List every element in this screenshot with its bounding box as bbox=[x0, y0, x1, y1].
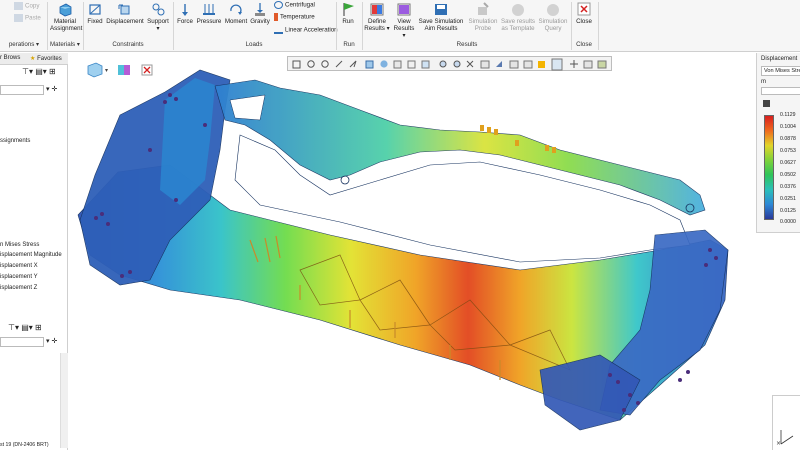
legend-unit: m bbox=[761, 79, 766, 85]
moment-icon bbox=[230, 4, 242, 15]
displacement-icon bbox=[118, 4, 130, 15]
probe-icon bbox=[478, 2, 489, 15]
loads-group-label: Loads bbox=[245, 41, 263, 48]
ribbon: Copy Paste perations ▾ Material Assignme… bbox=[0, 0, 800, 52]
support-button[interactable]: Support ▾ bbox=[146, 0, 170, 32]
define-results-icon bbox=[370, 3, 384, 16]
gravity-button[interactable]: Gravity bbox=[250, 0, 270, 25]
legend-value: 0.0376 bbox=[780, 184, 796, 190]
tree-item[interactable]: isplacement Magnitude bbox=[0, 252, 62, 258]
copy-icon bbox=[14, 2, 23, 10]
define-results-button[interactable]: Define Results ▾ bbox=[364, 0, 390, 32]
close-icon bbox=[577, 2, 591, 16]
close-group-label: Close bbox=[576, 41, 592, 48]
centrifugal-button[interactable]: Centrifugal bbox=[274, 1, 315, 9]
legend-value: 0.0878 bbox=[780, 136, 796, 142]
tree-item[interactable]: n Mises Stress bbox=[0, 242, 39, 248]
moment-button[interactable]: Moment bbox=[224, 0, 248, 25]
constraints-group-label: Constraints bbox=[112, 41, 144, 48]
tab-favorites[interactable]: ★ Favorites bbox=[30, 55, 62, 62]
tree-search-dropdown[interactable]: ▾ ✛ bbox=[46, 85, 57, 93]
support-icon bbox=[152, 3, 165, 16]
save-results-template-button[interactable]: Save results as Template bbox=[500, 0, 536, 32]
legend-value: 0.0125 bbox=[780, 208, 796, 214]
star-icon: ★ bbox=[30, 56, 36, 62]
centrifugal-icon bbox=[274, 1, 283, 9]
temperature-button[interactable]: Temperature bbox=[274, 13, 315, 21]
run-button[interactable]: Run bbox=[338, 0, 358, 25]
svg-text:×: × bbox=[776, 440, 781, 447]
view-cube-area: × bbox=[772, 395, 800, 450]
tree-item[interactable]: ssignments bbox=[0, 138, 30, 144]
close-button[interactable]: Close bbox=[574, 0, 594, 25]
tree-filter-dropdown[interactable]: ▾ ✛ bbox=[46, 337, 57, 345]
save-disk-icon bbox=[435, 4, 447, 15]
status-text: st 19 (DN-2406 BRT) bbox=[0, 442, 49, 448]
tree-filter-icon[interactable]: ⊤▾ ▤▾ ⊞ bbox=[22, 67, 56, 76]
operations-group-label[interactable]: perations ▾ bbox=[0, 41, 48, 48]
linear-acceleration-button[interactable]: Linear Acceleration bbox=[274, 26, 338, 34]
legend-collapse-icon[interactable] bbox=[763, 100, 770, 107]
force-arrow-icon bbox=[182, 4, 188, 16]
force-button[interactable]: Force bbox=[176, 0, 194, 25]
app-window: Copy Paste perations ▾ Material Assignme… bbox=[0, 0, 800, 450]
simulation-probe-button[interactable]: Simulation Probe bbox=[468, 0, 498, 32]
tree-item[interactable]: isplacement X bbox=[0, 263, 38, 269]
material-cube-icon bbox=[59, 3, 72, 17]
legend-panel: Displacement Von Mises Stress m bbox=[756, 53, 800, 233]
coordinate-axes-icon: × bbox=[776, 430, 794, 447]
view-results-icon bbox=[397, 3, 411, 16]
displacement-button[interactable]: Displacement bbox=[106, 0, 144, 25]
result-quantity-select[interactable]: Von Mises Stress bbox=[761, 66, 800, 76]
tree-search-field[interactable] bbox=[0, 85, 44, 95]
legend-title: Displacement bbox=[761, 56, 798, 62]
run-group-label: Run bbox=[343, 41, 355, 48]
tab-model-browser[interactable]: r Brows bbox=[0, 55, 20, 61]
separator bbox=[598, 2, 599, 50]
color-scale-bar bbox=[764, 115, 774, 220]
legend-value: 0.1129 bbox=[780, 112, 796, 118]
pressure-button[interactable]: Pressure bbox=[196, 0, 222, 25]
template-icon bbox=[512, 4, 524, 16]
fixed-constraint-icon bbox=[89, 4, 101, 15]
linear-acceleration-icon bbox=[274, 26, 283, 34]
paste-icon bbox=[14, 14, 23, 22]
gravity-icon bbox=[255, 3, 265, 16]
materials-group-label[interactable]: Materials ▾ bbox=[48, 41, 82, 48]
legend-value: 0.0000 bbox=[780, 219, 796, 225]
run-flag-icon bbox=[343, 3, 354, 16]
legend-value: 0.1004 bbox=[780, 124, 796, 130]
unit-field[interactable] bbox=[761, 87, 800, 95]
temperature-icon bbox=[274, 13, 278, 21]
view-results-button[interactable]: View Results ▾ bbox=[392, 0, 416, 39]
model-tree-panel: r Brows ★ Favorites ⊤▾ ▤▾ ⊞ ▾ ✛ ssignmen… bbox=[0, 53, 68, 450]
tree-toolbar[interactable]: ⊤▾ ▤▾ ⊞ bbox=[8, 323, 42, 332]
fea-model-viewport[interactable] bbox=[68, 53, 758, 450]
scrollbar[interactable] bbox=[60, 353, 68, 448]
legend-value: 0.0251 bbox=[780, 196, 796, 202]
legend-value: 0.0502 bbox=[780, 172, 796, 178]
save-aim-results-button[interactable]: Save Simulation Aim Results bbox=[418, 0, 464, 32]
fixed-button[interactable]: Fixed bbox=[86, 0, 104, 25]
results-group-label: Results bbox=[456, 41, 478, 48]
paste-button[interactable]: Paste bbox=[14, 14, 41, 22]
panel-tabs: r Brows ★ Favorites bbox=[0, 53, 68, 65]
tree-item[interactable]: isplacement Z bbox=[0, 285, 37, 291]
tree-filter-field[interactable] bbox=[0, 337, 44, 347]
legend-value: 0.0627 bbox=[780, 160, 796, 166]
separator bbox=[362, 2, 363, 50]
copy-button[interactable]: Copy bbox=[14, 2, 39, 10]
tree-item[interactable]: isplacement Y bbox=[0, 274, 38, 280]
legend-value: 0.0753 bbox=[780, 148, 796, 154]
simulation-query-button[interactable]: Simulation Query bbox=[538, 0, 568, 32]
material-assignment-button[interactable]: Material Assignment bbox=[50, 0, 82, 32]
pressure-icon bbox=[203, 4, 215, 15]
query-icon bbox=[547, 4, 559, 16]
